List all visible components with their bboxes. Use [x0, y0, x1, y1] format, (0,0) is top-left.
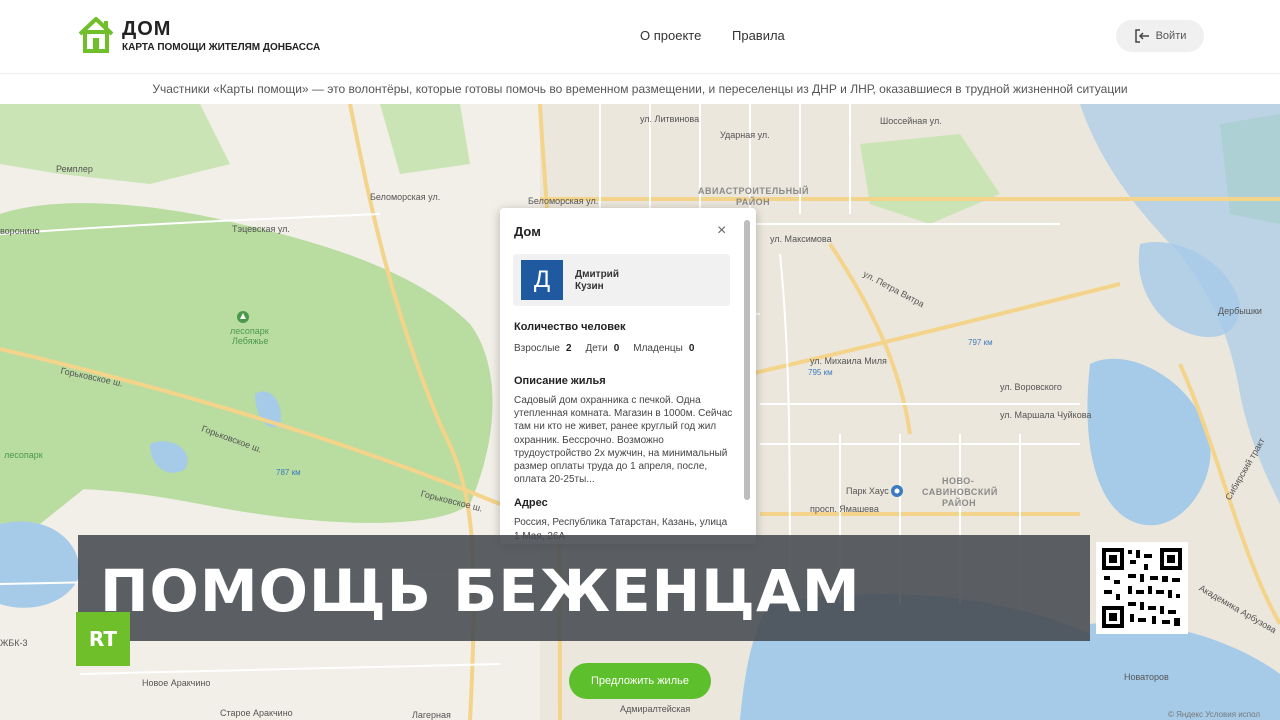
map-label-aviastroitelny: АВИАСТРОИТЕЛЬНЫЙ [698, 186, 809, 196]
map-label-savinovsky: САВИНОВСКИЙ [922, 487, 998, 497]
map-attribution[interactable]: © Яндекс Условия испол [1168, 710, 1260, 719]
map-label-lagernaya: Лагерная [412, 710, 451, 720]
map-label-km787: 787 км [276, 468, 301, 477]
news-banner: ПОМОЩЬ БЕЖЕНЦАМ [78, 535, 1090, 641]
qr-code-icon [1096, 542, 1188, 634]
map-label-yamasheva: просп. Ямашева [810, 504, 879, 514]
login-label: Войти [1155, 30, 1187, 42]
house-logo-icon [78, 17, 114, 53]
map-label-shosseynaya: Шоссейная ул. [880, 116, 942, 126]
tagline: Участники «Карты помощи» — это волонтёры… [152, 82, 1128, 96]
map-label-tyagovskaya: Тэцевская ул. [232, 224, 290, 234]
owner-card[interactable]: Д Дмитрий Кузин [513, 254, 730, 306]
adults-count: Взрослые 2 [514, 343, 572, 354]
map-label-maksimova: ул. Максимова [770, 234, 832, 244]
logo-title: ДОМ [122, 18, 172, 40]
map-label-admiralteyskaya: Адмиралтейская [620, 704, 691, 714]
people-count-title: Количество человек [514, 321, 626, 333]
map-label-belomorskaya-2: Беломорская ул. [528, 196, 599, 206]
map-label-derbyshki: Дербышки [1218, 306, 1262, 316]
avatar: Д [521, 260, 563, 300]
housing-description: Садовый дом охранника с печкой. Одна уте… [514, 395, 733, 486]
map-label-litvinova: ул. Литвинова [640, 114, 700, 124]
rt-logo: RT [76, 612, 130, 666]
infants-count: Младенцы 0 [633, 343, 695, 354]
map-label-mikhaila: ул. Михаила Миля [810, 356, 887, 366]
people-counts: Взрослые 2 Дети 0 Младенцы 0 [514, 343, 694, 354]
offer-housing-button[interactable]: Предложить жилье [569, 663, 711, 699]
map-label-rayon-1: РАЙОН [736, 197, 771, 207]
popup-scroll-thumb[interactable] [744, 220, 750, 500]
map-label-voronino: воронино [0, 226, 40, 236]
map-label-marshala: ул. Маршала Чуйкова [1000, 410, 1092, 420]
popup-title: Дом [514, 224, 541, 239]
park-house-pin-icon[interactable] [890, 484, 904, 498]
site-header: ДОМ КАРТА ПОМОЩИ ЖИТЕЛЯМ ДОНБАССА О прое… [0, 0, 1280, 74]
map-label-novo: НОВО- [942, 476, 975, 486]
nav-about[interactable]: О проекте [640, 28, 701, 43]
login-icon [1134, 29, 1149, 43]
map-label-zhbk: ЖБК-3 [0, 638, 28, 648]
login-button[interactable]: Войти [1116, 20, 1204, 52]
map-label-udarnaya: Ударная ул. [720, 130, 770, 140]
map-label-staroe-arakchino: Старое Аракчино [220, 708, 293, 718]
popup-scrollbar[interactable] [744, 220, 750, 500]
owner-first-name: Дмитрий [575, 269, 619, 280]
map-label-km797: 797 км [968, 338, 993, 347]
map-label-lesopark-left: лесопарк [4, 450, 43, 460]
map-label-rempler: Ремплер [56, 164, 93, 174]
housing-title: Описание жилья [514, 375, 606, 387]
listing-popup: Дом × Д Дмитрий Кузин Количество человек… [500, 208, 756, 544]
map-label-novatorov: Новаторов [1124, 672, 1169, 682]
children-count: Дети 0 [585, 343, 620, 354]
map-label-rayon-2: РАЙОН [942, 498, 977, 508]
map-label-park-house: Парк Хаус [846, 486, 889, 496]
address-title: Адрес [514, 497, 548, 509]
site-logo[interactable]: ДОМ КАРТА ПОМОЩИ ЖИТЕЛЯМ ДОНБАССА [76, 14, 320, 54]
map-label-novoe-arakchino: Новое Аракчино [142, 678, 211, 688]
banner-text: ПОМОЩЬ БЕЖЕНЦАМ [100, 557, 861, 625]
owner-name: Дмитрий Кузин [575, 269, 619, 293]
map-label-km795: 795 км [808, 368, 833, 377]
close-icon[interactable]: × [717, 222, 726, 240]
map-label-lebyazhye: Лебяжье [232, 336, 269, 346]
nav-rules[interactable]: Правила [732, 28, 785, 43]
owner-last-name: Кузин [575, 281, 604, 292]
park-pin-icon[interactable] [236, 310, 250, 324]
map-label-lesopark: лесопарк [230, 326, 269, 336]
map-label-vorovskogo: ул. Воровского [1000, 382, 1062, 392]
map-label-belomorskaya-1: Беломорская ул. [370, 192, 441, 202]
logo-subtitle: КАРТА ПОМОЩИ ЖИТЕЛЯМ ДОНБАССА [122, 42, 321, 53]
